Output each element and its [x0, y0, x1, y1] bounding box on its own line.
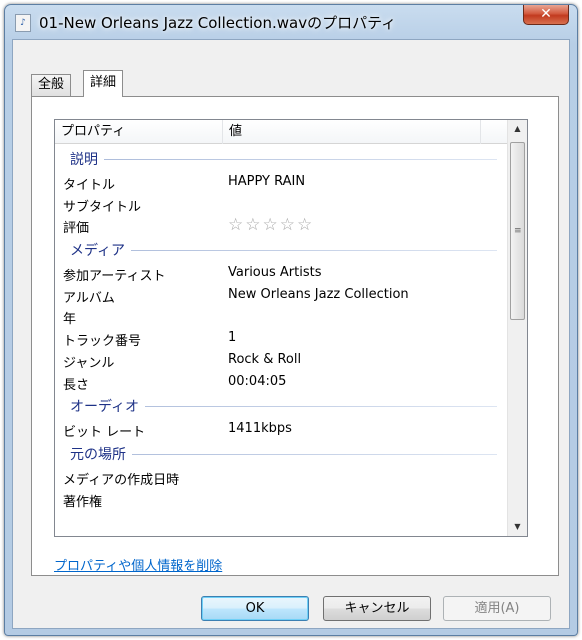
- property-list[interactable]: プロパティ 値 説明 タイトル HAPPY RAIN サブタイトル 評価 ☆☆☆…: [54, 119, 528, 537]
- property-value[interactable]: HAPPY RAIN: [228, 174, 305, 189]
- property-value[interactable]: Rock & Roll: [228, 352, 301, 367]
- property-name: 年: [63, 312, 77, 328]
- property-row-contributing-artists[interactable]: 参加アーティスト Various Artists: [55, 262, 507, 284]
- grip-icon: ≡: [514, 226, 522, 236]
- column-header-property[interactable]: プロパティ: [55, 120, 223, 144]
- section-header-media: メディア: [55, 236, 507, 262]
- property-row-copyright[interactable]: 著作権: [55, 488, 507, 510]
- property-row-rating[interactable]: 評価 ☆☆☆☆☆: [55, 214, 507, 236]
- property-name: 長さ: [63, 377, 90, 393]
- property-value[interactable]: Various Artists: [228, 265, 322, 280]
- property-row-album[interactable]: アルバム New Orleans Jazz Collection: [55, 284, 507, 306]
- property-row-media-created[interactable]: メディアの作成日時: [55, 466, 507, 488]
- property-value[interactable]: New Orleans Jazz Collection: [228, 287, 409, 302]
- remove-properties-link[interactable]: プロパティや個人情報を削除: [54, 555, 222, 574]
- section-title: 説明: [70, 149, 104, 169]
- title-bar[interactable]: ♪ 01-New Orleans Jazz Collection.wavのプロパ…: [5, 5, 577, 39]
- star-icon[interactable]: ☆: [245, 215, 262, 235]
- list-header: プロパティ 値: [55, 120, 507, 144]
- property-value[interactable]: 1411kbps: [228, 421, 292, 436]
- dialog-body: 全般 詳細 プロパティ 値 説明 タイトル HAPPY RAIN サブタイトル …: [12, 39, 570, 629]
- section-header-audio: オーディオ: [55, 392, 507, 418]
- chevron-up-icon: ▲: [514, 124, 521, 133]
- close-button[interactable]: ✕: [523, 5, 569, 25]
- property-row-track-number[interactable]: トラック番号 1: [55, 327, 507, 349]
- rating-stars[interactable]: ☆☆☆☆☆: [228, 215, 314, 235]
- audio-file-icon: ♪: [15, 14, 31, 32]
- cancel-button[interactable]: キャンセル: [323, 596, 431, 621]
- property-name: 参加アーティスト: [63, 269, 166, 285]
- property-value[interactable]: 00:04:05: [228, 374, 286, 389]
- details-panel: プロパティ 値 説明 タイトル HAPPY RAIN サブタイトル 評価 ☆☆☆…: [31, 96, 559, 576]
- property-name: サブタイトル: [63, 199, 142, 215]
- star-icon[interactable]: ☆: [263, 215, 280, 235]
- property-row-subtitle[interactable]: サブタイトル: [55, 193, 507, 215]
- tab-details[interactable]: 詳細: [83, 70, 124, 97]
- scroll-thumb[interactable]: ≡: [510, 142, 525, 320]
- property-row-bit-rate[interactable]: ビット レート 1411kbps: [55, 418, 507, 440]
- window-title: 01-New Orleans Jazz Collection.wavのプロパティ: [39, 14, 397, 32]
- section-title: メディア: [70, 240, 132, 261]
- property-name: ビット レート: [63, 425, 146, 441]
- property-name: アルバム: [63, 290, 115, 306]
- property-name: タイトル: [63, 178, 116, 193]
- vertical-scrollbar[interactable]: ▲ ≡ ▼: [507, 120, 527, 536]
- property-row-title[interactable]: タイトル HAPPY RAIN: [55, 171, 507, 193]
- column-header-value[interactable]: 値: [223, 120, 481, 144]
- star-icon[interactable]: ☆: [228, 215, 245, 235]
- section-header-origin: 元の場所: [55, 440, 507, 466]
- section-header-description: 説明: [55, 145, 507, 171]
- star-icon[interactable]: ☆: [280, 215, 297, 235]
- section-title: オーディオ: [70, 396, 146, 417]
- property-name: メディアの作成日時: [63, 472, 180, 488]
- property-rows: 説明 タイトル HAPPY RAIN サブタイトル 評価 ☆☆☆☆☆ メディア …: [55, 145, 507, 510]
- property-row-genre[interactable]: ジャンル Rock & Roll: [55, 349, 507, 371]
- section-title: 元の場所: [70, 443, 132, 464]
- property-name: トラック番号: [63, 334, 142, 350]
- star-icon[interactable]: ☆: [297, 215, 314, 235]
- property-value[interactable]: 1: [228, 330, 236, 345]
- property-name: 評価: [63, 221, 90, 237]
- property-name: ジャンル: [63, 355, 115, 371]
- ok-button[interactable]: OK: [201, 596, 309, 621]
- close-icon: ✕: [540, 6, 552, 22]
- apply-button[interactable]: 適用(A): [443, 596, 551, 621]
- property-row-year[interactable]: 年: [55, 305, 507, 327]
- property-row-length[interactable]: 長さ 00:04:05: [55, 371, 507, 393]
- properties-dialog: ♪ 01-New Orleans Jazz Collection.wavのプロパ…: [4, 4, 578, 636]
- scroll-up-button[interactable]: ▲: [508, 120, 527, 138]
- scroll-down-button[interactable]: ▼: [508, 518, 527, 536]
- property-name: 著作権: [63, 494, 103, 510]
- tab-general[interactable]: 全般: [31, 74, 72, 96]
- chevron-down-icon: ▼: [514, 522, 521, 531]
